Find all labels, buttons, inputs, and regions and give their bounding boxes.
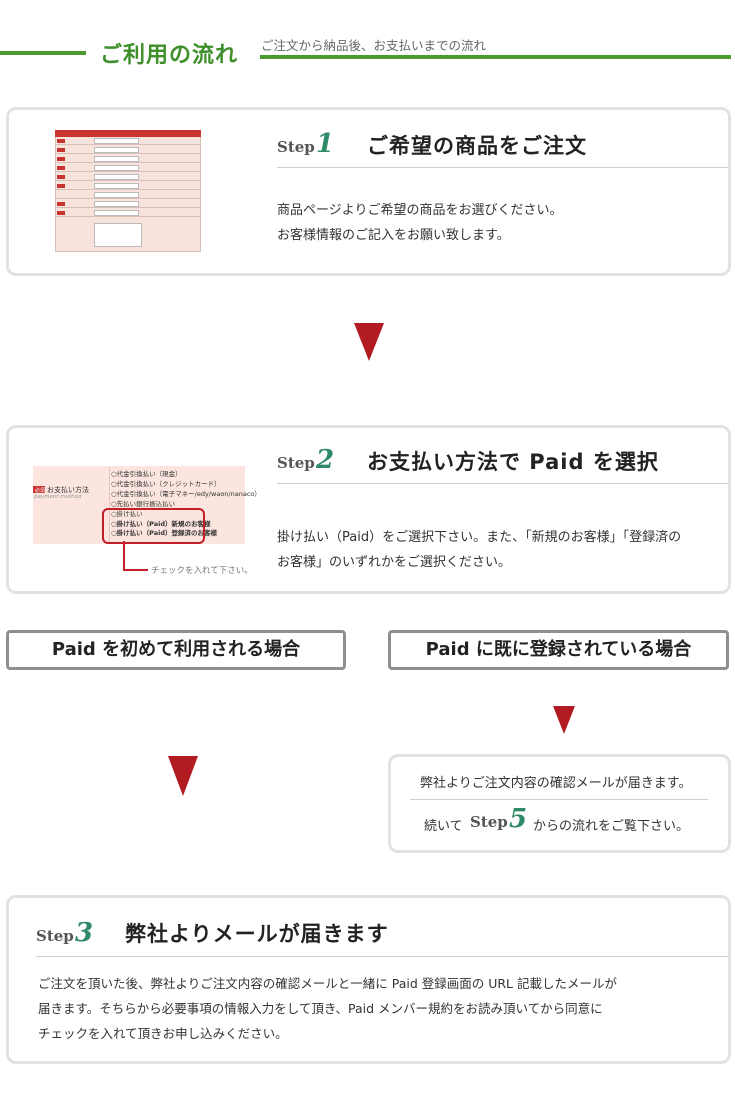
registered-info-divider — [410, 799, 708, 800]
step2-body-line2: お客様」のいずれかをご選択ください。 — [277, 555, 512, 570]
step2-body-line1: 掛け払い（Paid）をご選択下さい。また、「新規のお客様」「登録済の — [277, 530, 682, 545]
step3-number: 3 — [75, 918, 94, 948]
registered-info-line1: 弊社よりご注文内容の確認メールが届きます。 — [420, 776, 692, 791]
callout-line — [123, 541, 125, 571]
down-arrow-icon-right — [553, 706, 575, 734]
step2-label: Step — [277, 454, 315, 472]
step1-body-line1: 商品ページよりご希望の商品をお選びください。 — [277, 203, 563, 218]
step1-title: ご希望の商品をご注文 — [367, 134, 587, 158]
page-subtitle: ご注文から納品後、お支払いまでの流れ — [261, 38, 487, 53]
step2-title: お支払い方法で Paid を選択 — [367, 450, 659, 474]
registered-info-line2-prefix: 続いて — [424, 819, 463, 834]
registered-info-step-number: 5 — [509, 804, 528, 834]
page-title: ご利用の流れ — [100, 43, 239, 68]
step3-label: Step — [36, 927, 74, 945]
header-rule-left — [0, 51, 86, 55]
step2-number: 2 — [316, 445, 335, 475]
registered-info-step-label: Step — [470, 813, 508, 831]
registered-info-line2-suffix: からの流れをご覧下さい。 — [533, 819, 690, 834]
down-arrow-icon — [354, 323, 384, 361]
step1-number: 1 — [316, 129, 335, 159]
callout-note: チェックを入れて下さい。 — [151, 566, 253, 576]
callout-line-horizontal — [123, 569, 148, 571]
step3-body-line1: ご注文を頂いた後、弊社よりご注文内容の確認メールと一緒に Paid 登録画面の … — [38, 976, 617, 991]
step3-title: 弊社よりメールが届きます — [125, 922, 389, 946]
step3-body-line3: チェックを入れて頂きお申し込みください。 — [38, 1026, 288, 1041]
order-form-thumbnail — [55, 130, 201, 252]
step3-divider — [36, 956, 729, 957]
paid-options-highlight — [102, 508, 205, 544]
first-time-paid-button[interactable]: Paid を初めて利用される場合 — [6, 630, 346, 670]
order-form-thumbnail-header — [55, 130, 201, 137]
registered-paid-button[interactable]: Paid に既に登録されている場合 — [388, 630, 729, 670]
header-rule-right — [260, 55, 731, 59]
step1-divider — [277, 167, 729, 168]
down-arrow-icon-left — [168, 756, 198, 796]
step3-body-line2: 届きます。そちらから必要事項の情報入力をして頂き、Paid メンバー規約をお読み… — [38, 1001, 603, 1016]
step1-body-line2: お客様情報のご記入をお願い致します。 — [277, 228, 510, 243]
registered-info-box — [388, 754, 731, 853]
step2-divider — [277, 483, 729, 484]
step1-label: Step — [277, 138, 315, 156]
